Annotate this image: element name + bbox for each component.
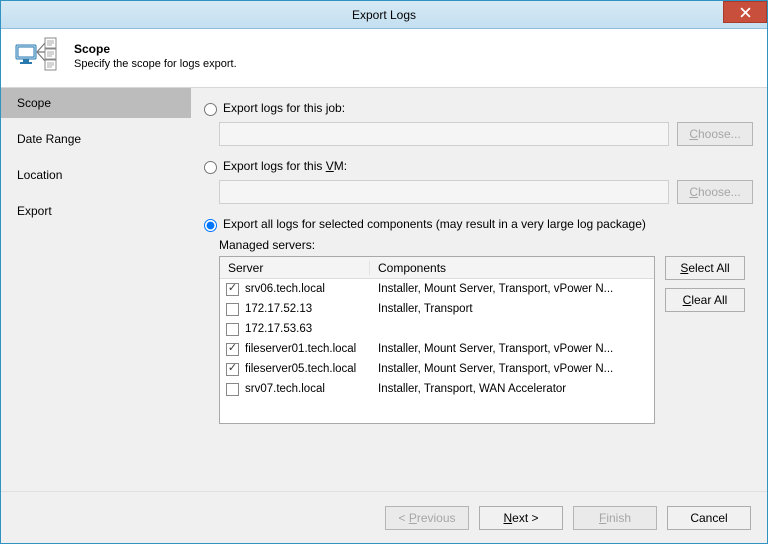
clear-all-button[interactable]: Clear All — [665, 288, 745, 312]
managed-servers-grid[interactable]: Server Components srv06.tech.local Instal… — [219, 256, 655, 424]
scope-icon — [15, 37, 60, 75]
row-checkbox[interactable] — [226, 303, 239, 316]
footer: < Previous Next > Finish Cancel — [1, 491, 767, 543]
export-logs-window: Export Logs — [0, 0, 768, 544]
sidebar: Scope Date Range Location Export — [1, 88, 191, 491]
choose-vm-button: Choose... — [677, 180, 753, 204]
server-name: srv07.tech.local — [245, 383, 325, 395]
sidebar-item-label: Location — [17, 168, 62, 182]
row-checkbox[interactable] — [226, 323, 239, 336]
job-input — [219, 122, 669, 146]
header-subtitle: Specify the scope for logs export. — [74, 58, 237, 70]
sidebar-item-location[interactable]: Location — [1, 160, 191, 190]
table-row[interactable]: fileserver05.tech.local Installer, Mount … — [220, 359, 654, 379]
grid-header: Server Components — [220, 257, 654, 279]
row-checkbox[interactable] — [226, 363, 239, 376]
managed-servers-label: Managed servers: — [219, 238, 753, 252]
sidebar-item-label: Export — [17, 204, 52, 218]
table-row[interactable]: srv06.tech.local Installer, Mount Server,… — [220, 279, 654, 299]
components-cell: Installer, Transport, WAN Accelerator — [370, 383, 654, 395]
radio-export-vm[interactable]: Export logs for this VM: — [199, 158, 753, 174]
cancel-button[interactable]: Cancel — [667, 506, 751, 530]
sidebar-item-date-range[interactable]: Date Range — [1, 124, 191, 154]
row-checkbox[interactable] — [226, 283, 239, 296]
components-cell: Installer, Transport — [370, 303, 654, 315]
row-checkbox[interactable] — [226, 343, 239, 356]
server-name: fileserver01.tech.local — [245, 343, 356, 355]
table-row[interactable]: 172.17.53.63 — [220, 319, 654, 339]
previous-button: < Previous — [385, 506, 469, 530]
components-cell: Installer, Mount Server, Transport, vPow… — [370, 363, 654, 375]
radio-export-all[interactable]: Export all logs for selected components … — [199, 216, 753, 232]
vm-input — [219, 180, 669, 204]
sidebar-item-scope[interactable]: Scope — [1, 88, 191, 118]
body: Scope Date Range Location Export Export … — [1, 87, 767, 491]
choose-job-button: Choose... — [677, 122, 753, 146]
header: Scope Specify the scope for logs export. — [1, 29, 767, 87]
titlebar: Export Logs — [1, 1, 767, 29]
radio-label-job: Export logs for this job: — [223, 101, 345, 115]
radio-input-job[interactable] — [204, 103, 217, 116]
radio-label-vm: Export logs for this VM: — [223, 159, 347, 173]
table-row[interactable]: fileserver01.tech.local Installer, Mount … — [220, 339, 654, 359]
col-header-server[interactable]: Server — [220, 261, 370, 275]
table-row[interactable]: 172.17.52.13 Installer, Transport — [220, 299, 654, 319]
radio-input-vm[interactable] — [204, 161, 217, 174]
col-header-components[interactable]: Components — [370, 261, 654, 275]
header-text: Scope Specify the scope for logs export. — [74, 42, 237, 70]
server-name: 172.17.52.13 — [245, 303, 312, 315]
radio-export-job[interactable]: Export logs for this job: — [199, 100, 753, 116]
radio-input-all[interactable] — [204, 219, 217, 232]
server-name: srv06.tech.local — [245, 283, 325, 295]
radio-label-all: Export all logs for selected components … — [223, 217, 646, 231]
header-title: Scope — [74, 42, 237, 56]
window-title: Export Logs — [352, 8, 416, 22]
components-cell: Installer, Mount Server, Transport, vPow… — [370, 343, 654, 355]
row-checkbox[interactable] — [226, 383, 239, 396]
content: Export logs for this job: Choose... Expo… — [191, 88, 767, 491]
close-button[interactable] — [723, 1, 767, 23]
finish-button: Finish — [573, 506, 657, 530]
sidebar-item-label: Scope — [17, 96, 51, 110]
select-all-button[interactable]: Select All — [665, 256, 745, 280]
server-name: 172.17.53.63 — [245, 323, 312, 335]
sidebar-item-label: Date Range — [17, 132, 81, 146]
components-cell: Installer, Mount Server, Transport, vPow… — [370, 283, 654, 295]
table-row[interactable]: srv07.tech.local Installer, Transport, WA… — [220, 379, 654, 399]
next-button[interactable]: Next > — [479, 506, 563, 530]
close-icon — [740, 7, 751, 18]
server-name: fileserver05.tech.local — [245, 363, 356, 375]
sidebar-item-export[interactable]: Export — [1, 196, 191, 226]
